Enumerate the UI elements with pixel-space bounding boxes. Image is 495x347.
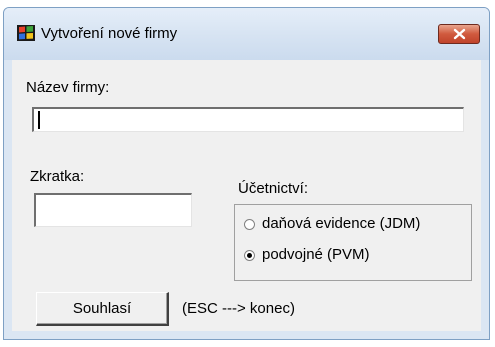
radio-double-entry-label: podvojné (PVM) — [262, 246, 370, 263]
windows-flag-icon — [17, 24, 35, 42]
close-button[interactable] — [438, 24, 480, 44]
dialog-client-area: Název firmy: Zkratka: Účetnictví: daňová… — [12, 60, 481, 331]
agree-button[interactable]: Souhlasí — [36, 292, 169, 326]
company-name-field[interactable] — [32, 107, 464, 132]
accounting-label: Účetnictví: — [238, 180, 309, 197]
dialog-window: Vytvoření nové firmy Název firmy: Zkratk… — [3, 7, 490, 340]
company-name-label: Název firmy: — [26, 79, 110, 96]
escape-hint: (ESC ---> konec) — [182, 300, 295, 317]
radio-checked-icon — [244, 250, 255, 261]
radio-tax-records-label: daňová evidence (JDM) — [262, 215, 421, 232]
abbreviation-label: Zkratka: — [30, 168, 85, 185]
title-bar[interactable]: Vytvoření nové firmy — [4, 8, 489, 60]
text-cursor — [38, 111, 40, 129]
window-title: Vytvoření nové firmy — [41, 25, 178, 42]
radio-unchecked-icon — [244, 219, 255, 230]
close-icon — [453, 28, 466, 40]
abbreviation-field[interactable] — [34, 193, 192, 227]
accounting-groupbox: daňová evidence (JDM) podvojné (PVM) — [234, 204, 472, 281]
